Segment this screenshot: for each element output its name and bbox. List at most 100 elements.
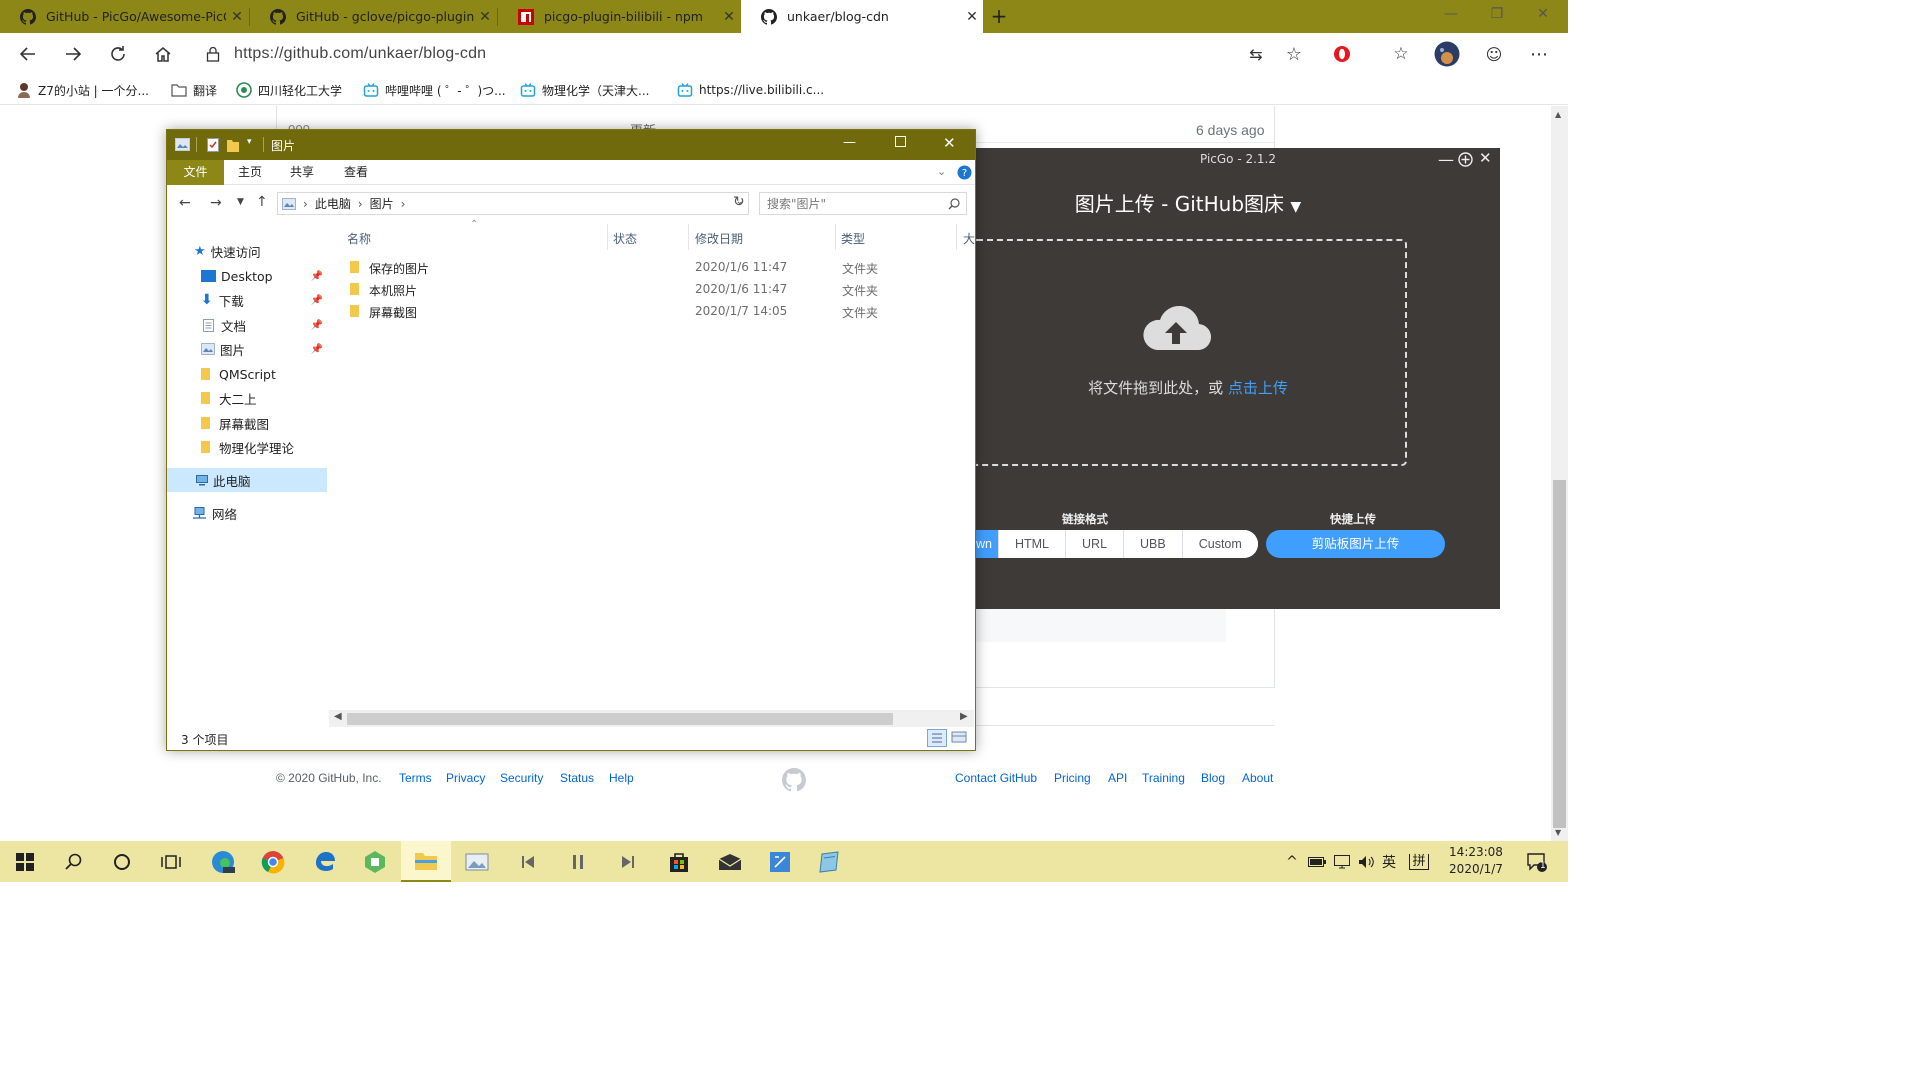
horizontal-scrollbar[interactable]: ◀ ▶	[329, 710, 974, 727]
nav-downloads[interactable]: ⬇ 下载 📌	[167, 288, 327, 312]
column-header-name[interactable]: 名称	[347, 230, 371, 247]
pin-icon[interactable]: 📌	[311, 344, 323, 355]
back-arrow-icon[interactable]	[12, 38, 44, 70]
caret-down-icon[interactable]: ▼	[1290, 199, 1301, 215]
pin-icon[interactable]: 📌	[311, 271, 323, 282]
favorite-item[interactable]: 翻译	[171, 75, 217, 105]
taskbar-edge-beta[interactable]	[198, 841, 248, 882]
footer-link-pricing[interactable]: Pricing	[1054, 771, 1091, 785]
format-url-button[interactable]: URL	[1065, 530, 1124, 558]
format-markdown-button[interactable]: wn	[976, 530, 998, 558]
column-divider[interactable]	[607, 224, 608, 250]
task-view-button[interactable]	[146, 841, 196, 882]
cortana-button[interactable]	[97, 841, 147, 882]
pictures-icon[interactable]	[175, 138, 190, 151]
column-divider[interactable]	[956, 224, 957, 250]
taskbar-app-book[interactable]	[805, 841, 855, 882]
ime-language-indicator[interactable]: 英	[1378, 841, 1400, 882]
start-button[interactable]	[0, 841, 50, 882]
column-divider[interactable]	[688, 224, 689, 250]
window-close-icon[interactable]: ✕	[1520, 0, 1566, 28]
translate-icon[interactable]: ⇆	[1240, 38, 1272, 70]
picgo-heading[interactable]: 图片上传 - GitHub图床 ▼	[976, 188, 1400, 217]
footer-link-api[interactable]: API	[1108, 771, 1127, 785]
address-bar[interactable]: https://github.com/unkaer/blog-cdn	[194, 38, 1314, 70]
details-view-icon[interactable]	[927, 729, 947, 747]
breadcrumb-chevron-icon[interactable]: ›	[358, 197, 363, 211]
more-menu-icon[interactable]: ⋯	[1523, 38, 1555, 70]
explorer-close-icon[interactable]: ✕	[943, 134, 956, 152]
footer-link-help[interactable]: Help	[609, 771, 634, 785]
qat-dropdown-icon[interactable]: ▾	[247, 137, 252, 147]
favorite-item[interactable]: 哔哩哔哩 ( ゜- ゜)つ...	[363, 75, 506, 105]
format-ubb-button[interactable]: UBB	[1123, 530, 1182, 558]
file-row[interactable]: 屏幕截图 2020/1/7 14:05 文件夹	[339, 300, 969, 322]
taskbar-chrome[interactable]	[248, 841, 298, 882]
browser-tab[interactable]: GitHub - gclove/picgo-plugin-su ✕	[250, 0, 496, 33]
picgo-minimize-icon[interactable]: —	[1438, 150, 1454, 169]
file-row[interactable]: 本机照片 2020/1/6 11:47 文件夹	[339, 278, 969, 300]
minimize-icon[interactable]: —	[1428, 0, 1474, 28]
collections-icon[interactable]: ☆	[1385, 38, 1417, 70]
recent-locations-icon[interactable]: ▼	[237, 197, 244, 207]
clock[interactable]: 14:23:08 2020/1/7	[1441, 844, 1511, 878]
profile-avatar-icon[interactable]	[1431, 38, 1463, 70]
search-icon[interactable]	[948, 198, 960, 210]
explorer-forward-icon[interactable]: →	[210, 195, 222, 211]
column-header-date[interactable]: 修改日期	[695, 230, 743, 247]
maximize-icon[interactable]: ❐	[1474, 0, 1520, 28]
browser-tab[interactable]: GitHub - PicGo/Awesome-PicGo ✕	[0, 0, 248, 33]
favorite-star-icon[interactable]: ☆	[1278, 38, 1310, 70]
feedback-icon[interactable]: ☺	[1478, 38, 1510, 70]
nav-folder-sophomore[interactable]: 大二上	[167, 386, 327, 410]
tab-close-icon[interactable]: ✕	[474, 9, 496, 25]
footer-link-security[interactable]: Security	[500, 771, 543, 785]
clipboard-upload-button[interactable]: 剪贴板图片上传	[1266, 530, 1445, 558]
taskbar-app-blue[interactable]	[755, 841, 805, 882]
large-icons-view-icon[interactable]	[951, 730, 969, 746]
forward-arrow-icon[interactable]	[57, 38, 89, 70]
scroll-down-icon[interactable]: ▼	[1555, 828, 1561, 837]
tab-close-icon[interactable]: ✕	[961, 9, 983, 25]
footer-link-training[interactable]: Training	[1142, 771, 1185, 785]
breadcrumb-chevron-icon[interactable]: ›	[401, 197, 406, 211]
breadcrumb-chevron-icon[interactable]: ›	[303, 197, 308, 211]
footer-link-status[interactable]: Status	[560, 771, 594, 785]
media-previous-button[interactable]	[503, 841, 553, 882]
footer-link-privacy[interactable]: Privacy	[446, 771, 485, 785]
refresh-icon[interactable]	[102, 38, 134, 70]
favorite-item[interactable]: 四川轻化工大学	[236, 75, 342, 105]
upload-dropzone[interactable]	[972, 239, 1407, 466]
nav-folder-physchem[interactable]: 物理化学理论	[167, 435, 327, 459]
breadcrumb-this-pc[interactable]: 此电脑	[315, 195, 351, 212]
page-scrollbar-thumb[interactable]	[1553, 480, 1566, 828]
network-status-icon[interactable]	[1331, 841, 1353, 882]
search-button[interactable]	[48, 841, 98, 882]
nav-desktop[interactable]: Desktop 📌	[167, 264, 327, 288]
tab-close-icon[interactable]: ✕	[718, 9, 740, 25]
nav-pictures[interactable]: 图片 📌	[167, 337, 327, 361]
taskbar-edge-legacy[interactable]	[300, 841, 350, 882]
nav-this-pc[interactable]: 此电脑	[167, 468, 327, 492]
new-tab-button[interactable]: +	[986, 4, 1012, 30]
action-center-button[interactable]: 1	[1520, 841, 1554, 882]
footer-link-about[interactable]: About	[1242, 771, 1273, 785]
properties-icon[interactable]	[207, 138, 219, 152]
footer-link-blog[interactable]: Blog	[1201, 771, 1225, 785]
ribbon-tab-file[interactable]: 文件	[167, 160, 224, 185]
column-divider[interactable]	[835, 224, 836, 250]
nav-quick-access[interactable]: ★ 快速访问	[167, 239, 327, 263]
taskbar-file-explorer[interactable]	[401, 841, 451, 882]
column-header-size[interactable]: 大	[963, 230, 975, 247]
format-html-button[interactable]: HTML	[997, 530, 1066, 558]
lock-icon[interactable]	[206, 46, 220, 62]
explorer-back-icon[interactable]: ←	[179, 195, 191, 211]
scroll-right-icon[interactable]: ▶	[960, 711, 968, 722]
opera-extension-icon[interactable]	[1326, 38, 1358, 70]
help-icon[interactable]: ?	[957, 165, 972, 180]
explorer-search-input[interactable]: 搜索"图片"	[759, 192, 967, 215]
nav-network[interactable]: 网络	[167, 501, 327, 525]
volume-icon[interactable]	[1355, 841, 1377, 882]
picgo-close-icon[interactable]: ✕	[1479, 149, 1492, 167]
nav-documents[interactable]: 文档 📌	[167, 313, 327, 337]
